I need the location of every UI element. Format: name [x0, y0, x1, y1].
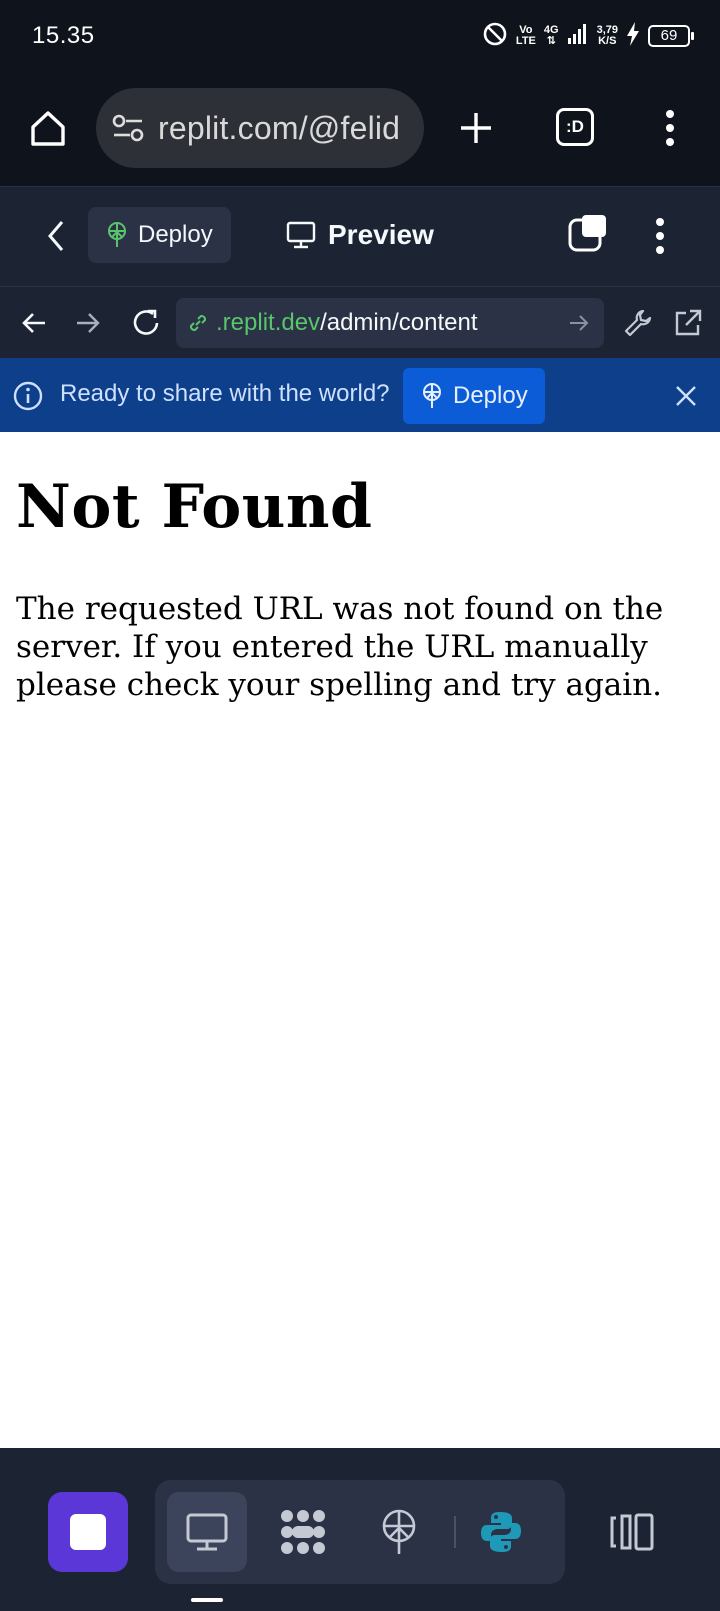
- webview-toolbar: .replit.dev/admin/content: [0, 286, 720, 358]
- status-bar: 15.35 Vo LTE 4G ⇅ 3,79 K/S 69: [0, 0, 720, 74]
- stop-icon: [70, 1514, 106, 1550]
- reload-icon: [133, 309, 159, 335]
- replit-menu-button[interactable]: [640, 211, 680, 261]
- tool-workflows-button[interactable]: [263, 1492, 343, 1572]
- go-button[interactable]: [568, 312, 590, 341]
- tool-deploy-button[interactable]: [359, 1492, 439, 1572]
- speed-unit: K/S: [598, 35, 617, 47]
- deploy-tab[interactable]: Deploy: [88, 207, 231, 263]
- webview-address-bar[interactable]: .replit.dev/admin/content: [176, 298, 604, 348]
- link-icon: [189, 314, 207, 332]
- banner-close-button[interactable]: [666, 376, 706, 416]
- panels-button[interactable]: [604, 1492, 660, 1572]
- new-tab-button[interactable]: [452, 100, 500, 156]
- home-button[interactable]: [24, 100, 72, 156]
- preview-tab-label: Preview: [328, 219, 434, 250]
- signal-icon: [567, 23, 589, 50]
- volte-bottom: LTE: [515, 35, 536, 47]
- banner-deploy-label: Deploy: [453, 382, 528, 409]
- banner-message: Ready to share with the world?: [60, 380, 390, 407]
- webview-back-button[interactable]: [14, 303, 54, 343]
- status-icons: Vo LTE 4G ⇅ 3,79 K/S 69: [482, 20, 694, 52]
- external-link-icon: [675, 309, 702, 336]
- back-button[interactable]: [36, 211, 76, 261]
- bottom-dock: [0, 1448, 720, 1611]
- tabs-icon: [568, 215, 606, 252]
- tabs-button[interactable]: [566, 209, 610, 259]
- more-vertical-icon: [666, 110, 674, 146]
- monitor-icon: [186, 1513, 228, 1551]
- deploy-icon: [382, 1509, 416, 1554]
- more-vertical-icon: [656, 218, 664, 254]
- deploy-icon: [108, 222, 126, 247]
- open-new-tab-button[interactable]: [666, 301, 710, 345]
- site-settings-icon: [112, 114, 144, 142]
- plus-icon: [461, 113, 491, 143]
- do-not-disturb-icon: [482, 21, 508, 52]
- preview-tab[interactable]: Preview: [286, 207, 434, 263]
- banner-deploy-button[interactable]: Deploy: [403, 368, 545, 424]
- status-time: 15.35: [32, 22, 95, 49]
- error-message: The requested URL was not found on the s…: [16, 591, 664, 703]
- webview-forward-button[interactable]: [68, 303, 108, 343]
- tab-switcher-label: :D: [566, 117, 584, 136]
- home-icon: [31, 111, 65, 146]
- network-label: 4G: [543, 24, 559, 36]
- browser-menu-button[interactable]: [650, 100, 690, 156]
- arrow-right-icon: [570, 315, 589, 331]
- webview-reload-button[interactable]: [124, 301, 168, 345]
- wrench-icon: [624, 309, 652, 337]
- page-title: Not Found: [16, 472, 373, 542]
- webview-content: Not Found The requested URL was not foun…: [0, 432, 720, 1448]
- deploy-banner: Ready to share with the world? Deploy: [0, 358, 720, 432]
- volte-indicator: Vo LTE: [516, 25, 536, 47]
- tool-python-button[interactable]: [461, 1492, 541, 1572]
- deploy-tab-label: Deploy: [138, 221, 213, 248]
- browser-url-text: replit.com/@felid: [158, 109, 401, 146]
- dock-divider: [454, 1516, 456, 1548]
- tab-switcher-button[interactable]: :D: [556, 108, 594, 146]
- python-icon: [481, 1512, 521, 1552]
- stop-button[interactable]: [48, 1492, 128, 1572]
- battery-indicator: 69: [648, 25, 694, 47]
- address-path: /admin/content: [320, 309, 478, 336]
- replit-header: Deploy Preview: [0, 186, 720, 286]
- arrow-right-icon: [77, 313, 100, 333]
- monitor-icon: [286, 221, 316, 249]
- network-type: 4G ⇅: [543, 24, 559, 47]
- arrow-left-icon: [22, 313, 45, 333]
- workflows-icon: [281, 1510, 325, 1554]
- panels-icon: [610, 1513, 654, 1551]
- gesture-handle: [191, 1598, 223, 1602]
- close-icon: [676, 386, 696, 406]
- info-icon: [12, 380, 44, 417]
- browser-url-bar[interactable]: replit.com/@felid: [96, 88, 424, 168]
- address-host: .replit.dev: [216, 309, 321, 336]
- tool-preview-button[interactable]: [167, 1492, 247, 1572]
- devtools-button[interactable]: [616, 301, 660, 345]
- chevron-left-icon: [48, 221, 64, 251]
- browser-toolbar: replit.com/@felid :D: [0, 74, 720, 186]
- charging-icon: [626, 21, 640, 51]
- deploy-icon: [423, 383, 441, 408]
- network-speed: 3,79 K/S: [597, 25, 618, 47]
- tool-group: [155, 1480, 565, 1584]
